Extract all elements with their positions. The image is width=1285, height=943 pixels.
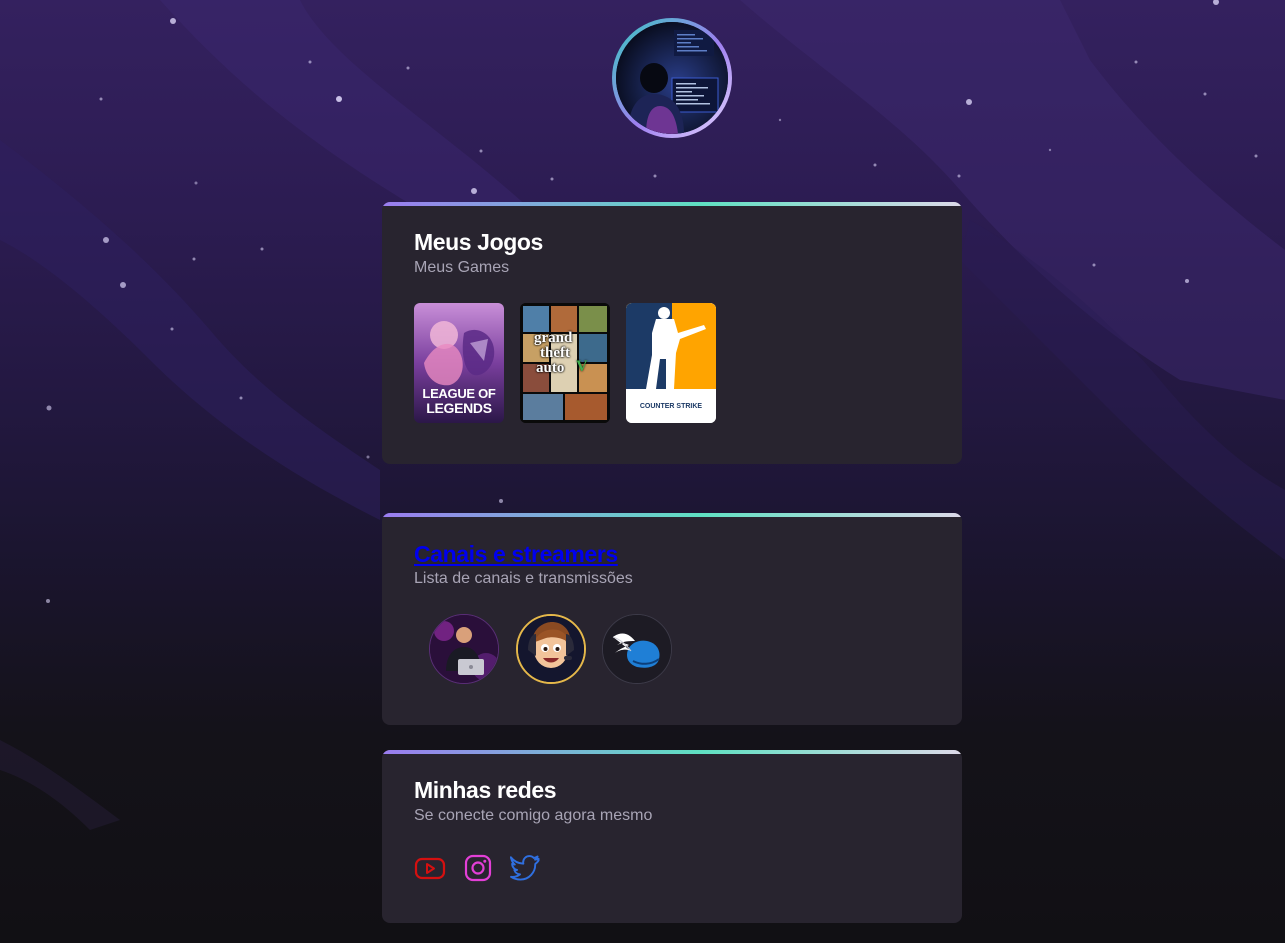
streamers-card: Canais e streamers Lista de canais e tra… (382, 513, 962, 725)
game-gta-v[interactable]: grand theft auto V (520, 303, 610, 423)
streamer-cartoon-avatar (518, 616, 584, 682)
twitter-icon (510, 855, 540, 881)
gta-logo-line2: theft (540, 345, 570, 361)
profile-avatar (612, 18, 732, 138)
youtube-link[interactable] (414, 852, 446, 884)
streamer-avatar-3[interactable] (602, 614, 672, 684)
gta-v-cover (520, 303, 610, 423)
lol-logo-line1: LEAGUE OF (422, 386, 496, 401)
streamer-avatar-1[interactable] (429, 614, 499, 684)
social-title: Minhas redes (414, 777, 557, 803)
streamer-avatar-2[interactable] (516, 614, 586, 684)
cs-logo-text: COUNTER STRIKE (639, 403, 703, 410)
youtube-icon (414, 857, 446, 880)
streamers-title-link[interactable]: Canais e streamers (414, 541, 618, 568)
programmer-avatar-image (616, 22, 728, 134)
lol-logo-line2: LEGENDS (426, 400, 492, 416)
games-subtitle: Meus Games (414, 259, 510, 276)
gta-logo-line3: auto (536, 360, 565, 376)
streamers-subtitle: Lista de canais e transmissões (414, 570, 633, 587)
game-league-of-legends[interactable]: LEAGUE OF LEGENDS (414, 303, 504, 423)
gta-logo-line1: grand (534, 330, 573, 346)
social-subtitle: Se conecte comigo agora mesmo (414, 807, 653, 824)
social-card: Minhas redes Se conecte comigo agora mes… (382, 750, 962, 923)
games-card: Meus Jogos Meus Games LEAGUE OF LEGENDS (382, 202, 962, 464)
winged-helmet-avatar (603, 615, 671, 683)
twitter-link[interactable] (510, 852, 542, 884)
streamer-laptop-avatar (430, 615, 498, 683)
instagram-link[interactable] (462, 852, 494, 884)
gta-logo-mark: V (576, 358, 588, 375)
game-counter-strike[interactable]: COUNTER STRIKE (626, 303, 716, 423)
games-title: Meus Jogos (414, 229, 543, 255)
instagram-icon (464, 854, 492, 882)
